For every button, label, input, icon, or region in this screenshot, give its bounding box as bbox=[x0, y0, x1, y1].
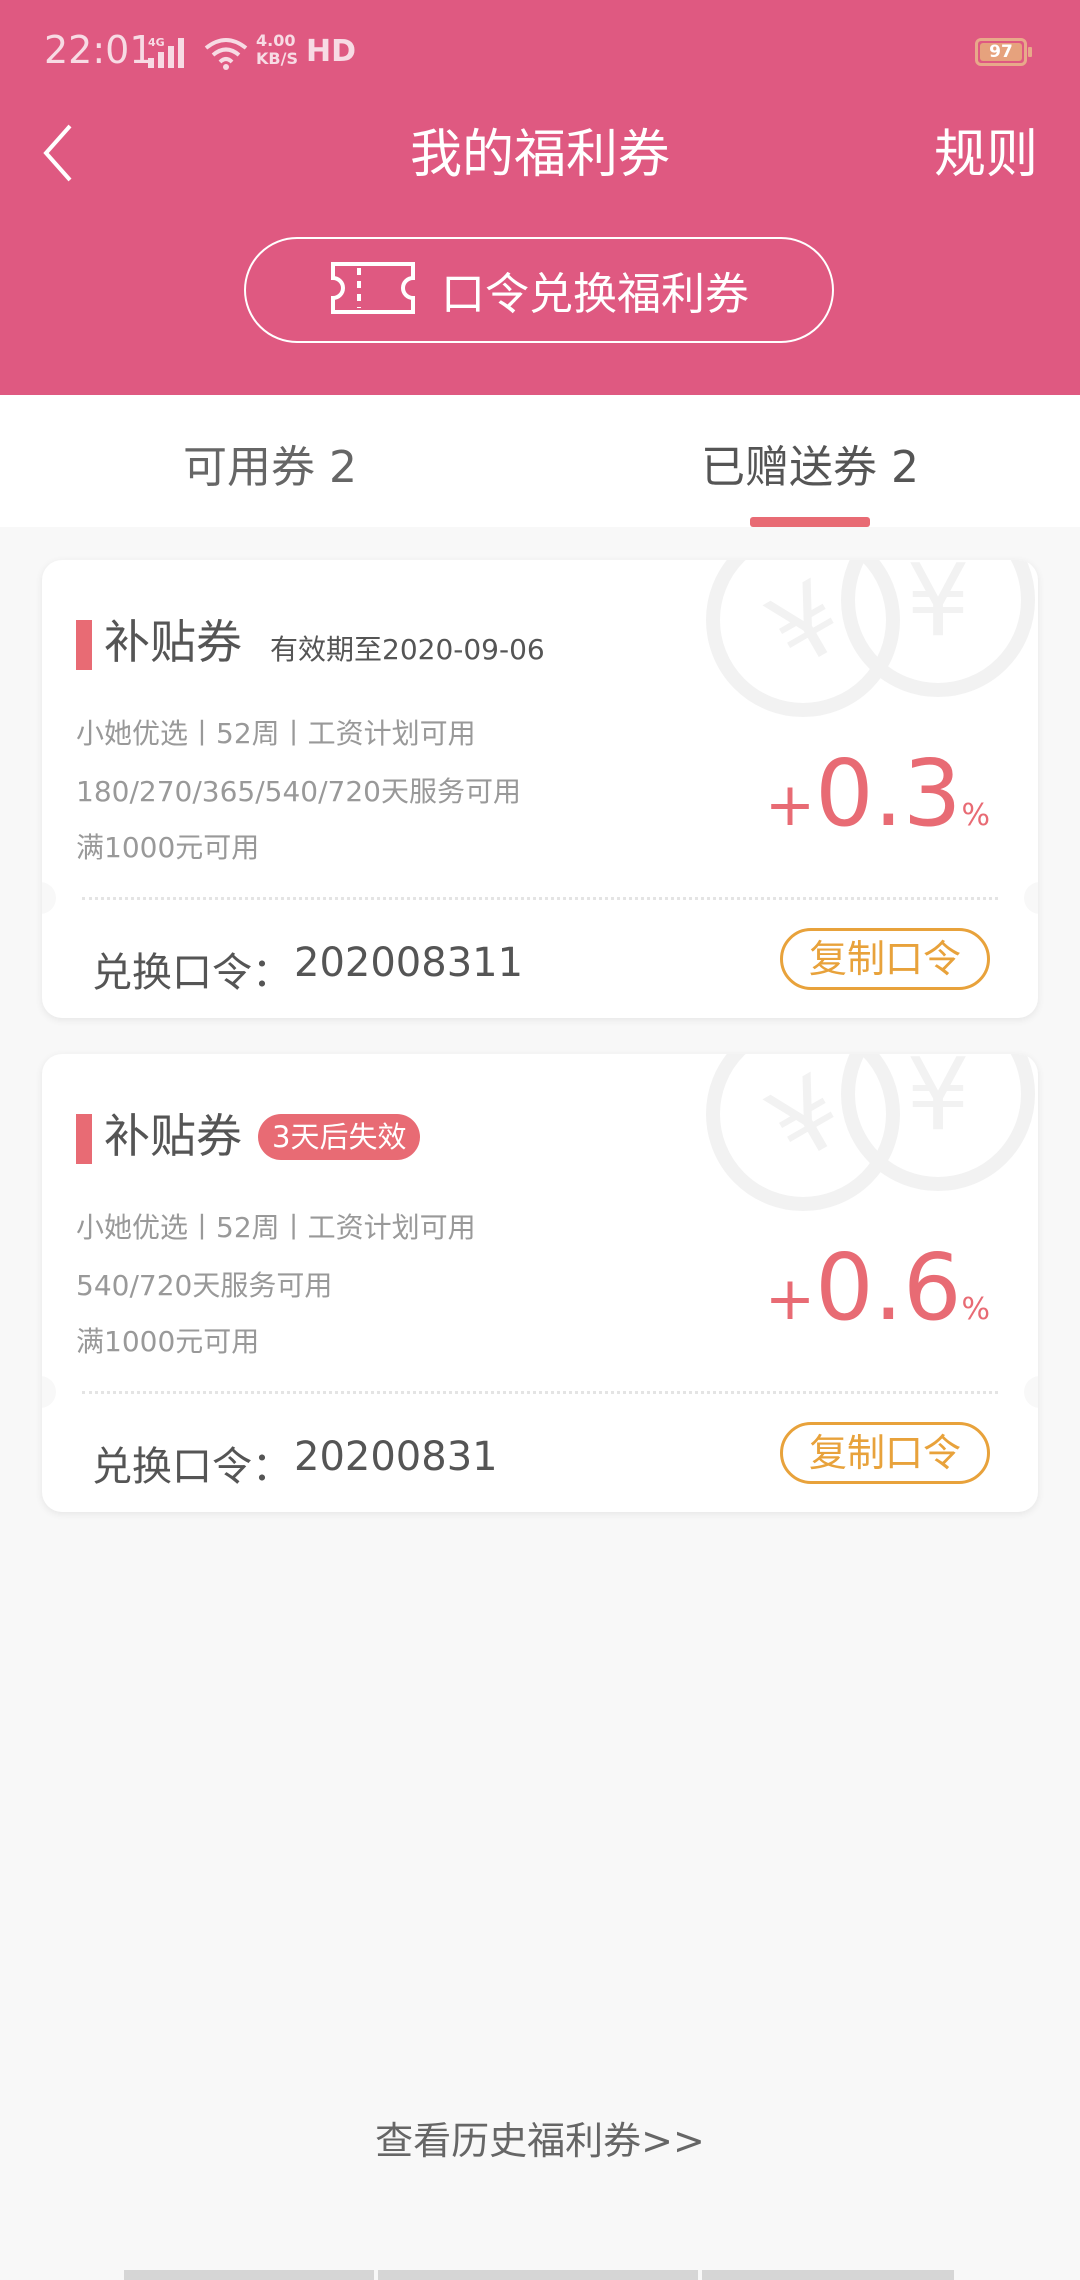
code-value: 20200831 bbox=[294, 1434, 498, 1480]
code-value: 202008311 bbox=[294, 940, 524, 986]
network-speed-value: 4.00 bbox=[256, 31, 296, 50]
coupon-scope: 小她优选丨52周丨工资计划可用 bbox=[76, 1211, 476, 1244]
network-speed-unit: KB/S bbox=[256, 49, 298, 68]
rate-value: 0.3 bbox=[815, 740, 962, 847]
code-label: 兑换口令： bbox=[92, 1444, 292, 1490]
rate-sign: + bbox=[764, 770, 816, 840]
battery-level: 97 bbox=[980, 43, 1022, 61]
ticket-icon bbox=[329, 260, 417, 320]
coupon-title: 补贴券 bbox=[104, 615, 242, 669]
coupon-service-terms: 180/270/365/540/720天服务可用 bbox=[76, 775, 521, 808]
yen-coins-icon: ¥ ¥ bbox=[706, 1054, 1035, 1211]
redeem-code-label: 口令兑换福利券 bbox=[441, 269, 749, 320]
rate-unit: % bbox=[961, 798, 990, 833]
copy-code-button[interactable]: 复制口令 bbox=[780, 1422, 990, 1484]
svg-text:¥: ¥ bbox=[906, 1054, 970, 1153]
card-notch bbox=[42, 882, 56, 914]
wifi-icon bbox=[204, 36, 248, 74]
rate-value: 0.6 bbox=[815, 1234, 962, 1341]
nav-segment bbox=[124, 2270, 374, 2280]
code-label: 兑换口令： bbox=[92, 950, 292, 996]
card-divider bbox=[82, 897, 998, 900]
status-bar: 22:01 4G 4.00 KB/S HD 97 bbox=[0, 0, 1080, 100]
rate-sign: + bbox=[764, 1264, 816, 1334]
coupon-accent-bar bbox=[76, 1114, 92, 1164]
expiry-badge: 3天后失效 bbox=[258, 1114, 421, 1160]
tab-available[interactable]: 可用券 2 bbox=[0, 431, 540, 495]
card-notch bbox=[1024, 882, 1038, 914]
header: 22:01 4G 4.00 KB/S HD 97 我的福利券 规则 口令兑换福利… bbox=[0, 0, 1080, 395]
coupon-accent-bar bbox=[76, 620, 92, 670]
svg-text:¥: ¥ bbox=[906, 560, 970, 659]
card-notch bbox=[42, 1376, 56, 1408]
rules-link[interactable]: 规则 bbox=[934, 120, 1038, 190]
coupon-scope: 小她优选丨52周丨工资计划可用 bbox=[76, 717, 476, 750]
card-notch bbox=[1024, 1376, 1038, 1408]
navigation-bar bbox=[124, 2270, 954, 2280]
nav-segment bbox=[378, 2270, 698, 2280]
status-time: 22:01 bbox=[44, 28, 154, 72]
active-tab-indicator bbox=[750, 517, 870, 527]
page-title: 我的福利券 bbox=[409, 125, 670, 185]
hd-indicator: HD bbox=[306, 34, 357, 69]
yen-coins-icon: ¥ ¥ bbox=[706, 560, 1035, 717]
rate-unit: % bbox=[961, 1292, 990, 1327]
coupon-service-terms: 540/720天服务可用 bbox=[76, 1269, 333, 1302]
coupon-minimum: 满1000元可用 bbox=[76, 831, 260, 864]
signal-icon: 4G bbox=[148, 36, 194, 74]
coupon-tabs: 可用券 2 已赠送券 2 bbox=[0, 395, 1080, 527]
coupon-card: ¥ ¥ 补贴券 3天后失效 小她优选丨52周丨工资计划可用 540/720天服务… bbox=[42, 1054, 1038, 1512]
coupon-rate: +0.3% bbox=[765, 740, 990, 847]
history-coupons-link[interactable]: 查看历史福利券>> bbox=[0, 2110, 1080, 2165]
network-speed: 4.00 KB/S bbox=[256, 32, 298, 68]
battery-icon: 97 bbox=[975, 38, 1032, 66]
coupon-rate: +0.6% bbox=[765, 1234, 990, 1341]
card-divider bbox=[82, 1391, 998, 1394]
redeem-code-button[interactable]: 口令兑换福利券 bbox=[244, 237, 834, 343]
tab-gifted[interactable]: 已赠送券 2 bbox=[540, 431, 1080, 495]
coupon-title: 补贴券 bbox=[104, 1109, 242, 1163]
copy-code-button[interactable]: 复制口令 bbox=[780, 928, 990, 990]
nav-segment bbox=[702, 2270, 954, 2280]
coupon-card: ¥ ¥ 补贴券 有效期至2020-09-06 小她优选丨52周丨工资计划可用 1… bbox=[42, 560, 1038, 1018]
coupon-minimum: 满1000元可用 bbox=[76, 1325, 260, 1358]
svg-text:4G: 4G bbox=[148, 36, 165, 49]
coupon-validity: 有效期至2020-09-06 bbox=[270, 633, 545, 666]
